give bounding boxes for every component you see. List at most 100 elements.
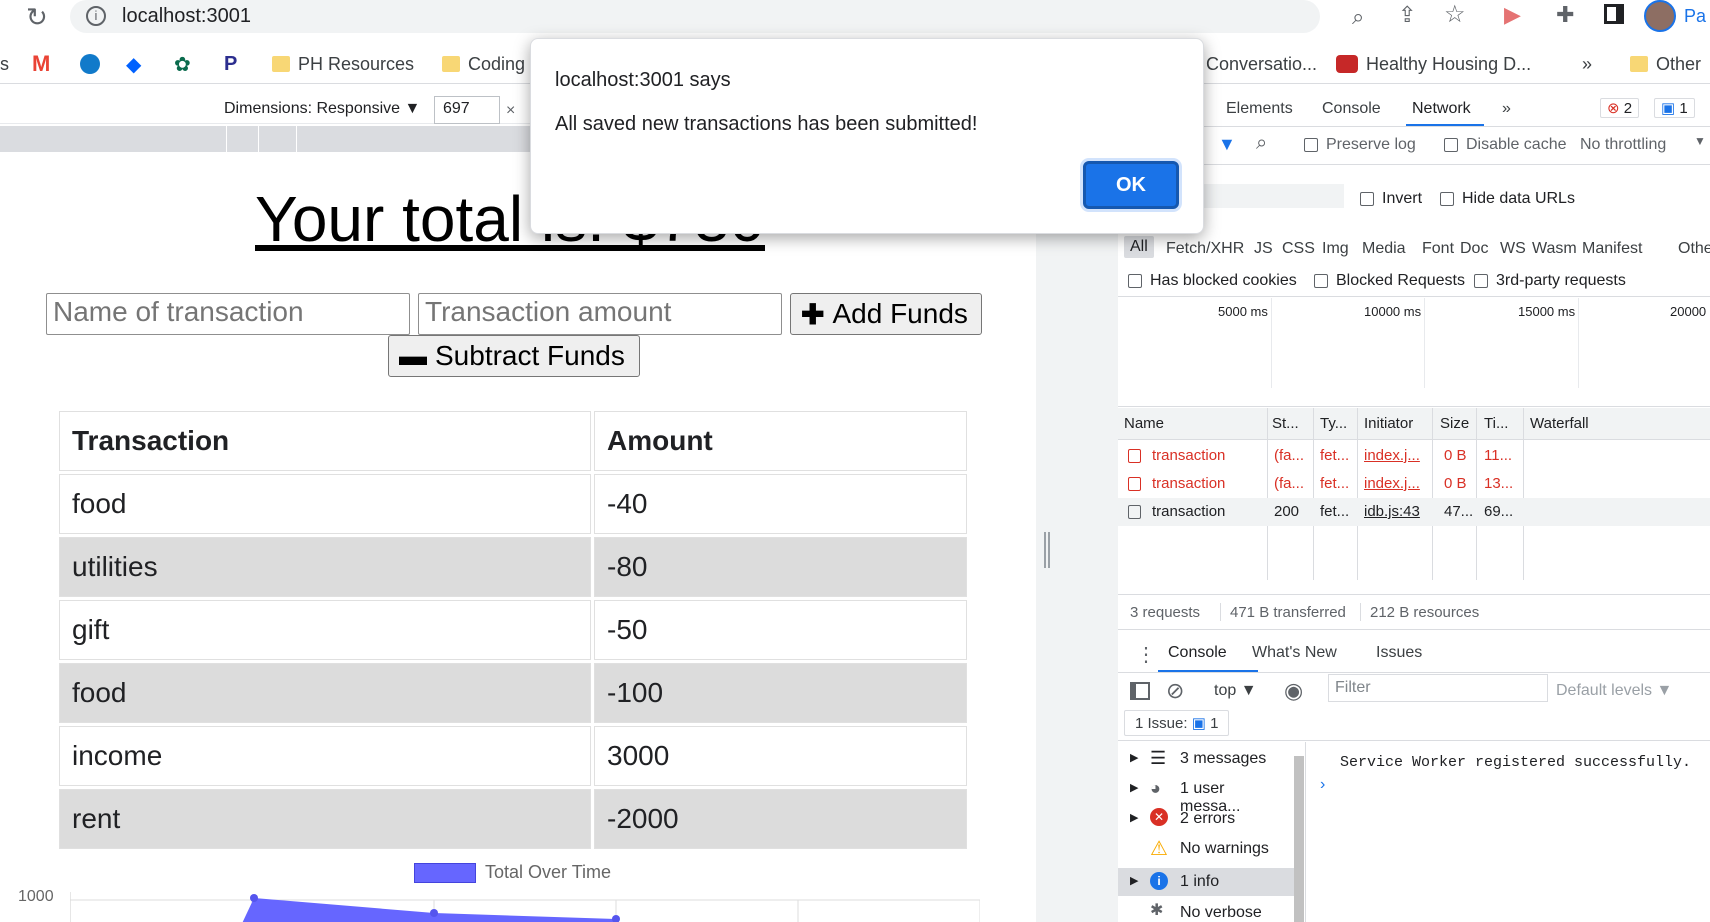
- drawer-menu-icon[interactable]: ⋮: [1136, 642, 1156, 667]
- sidebar-item-verbose[interactable]: ✱ No verbose: [1118, 898, 1288, 922]
- blocked-cookies-checkbox[interactable]: Has blocked cookies: [1128, 272, 1297, 290]
- transaction-amount-cell: -100: [594, 663, 967, 723]
- bookmarks-overflow-button[interactable]: »: [1582, 52, 1592, 76]
- bookmark-coding[interactable]: Coding: [442, 52, 525, 76]
- third-party-label: 3rd-party requests: [1496, 272, 1626, 289]
- chase-icon[interactable]: [80, 52, 100, 76]
- filter-icon[interactable]: ▼: [1218, 134, 1236, 155]
- filter-img[interactable]: Img: [1322, 240, 1349, 258]
- filter-other[interactable]: Othe: [1678, 240, 1710, 258]
- drawer-tab-whats-new[interactable]: What's New: [1252, 644, 1337, 662]
- address-bar[interactable]: i localhost:3001: [70, 0, 1320, 33]
- transaction-amount-input[interactable]: Transaction amount: [418, 293, 782, 335]
- invert-checkbox[interactable]: Invert: [1360, 190, 1422, 208]
- bookmark-healthy-housing[interactable]: Healthy Housing D...: [1336, 52, 1531, 76]
- request-row[interactable]: transaction (fa... fet... index.j... 0 B…: [1118, 442, 1710, 470]
- filter-font[interactable]: Font: [1422, 240, 1454, 258]
- sidebar-item-user-messages[interactable]: ▶ ◕ 1 user messa...: [1118, 778, 1288, 815]
- subtract-funds-label: Subtract Funds: [435, 340, 625, 371]
- bookmark-star-icon[interactable]: ☆: [1444, 0, 1466, 29]
- transaction-name-cell: income: [59, 726, 591, 786]
- filter-css[interactable]: CSS: [1282, 240, 1315, 258]
- console-prompt-icon[interactable]: ›: [1320, 776, 1325, 794]
- request-initiator[interactable]: idb.js:43: [1364, 503, 1420, 520]
- side-panel-icon[interactable]: [1604, 4, 1624, 24]
- ok-button[interactable]: OK: [1083, 161, 1179, 209]
- throttling-chevron-icon[interactable]: ▼: [1694, 134, 1706, 148]
- tab-console[interactable]: Console: [1322, 100, 1381, 118]
- sidebar-item-messages[interactable]: ▶ ☰ 3 messages: [1118, 748, 1288, 776]
- sidebar-item-warnings[interactable]: ⚠ No warnings: [1118, 838, 1288, 866]
- profile-name[interactable]: Pa: [1684, 6, 1706, 27]
- issues-chip[interactable]: 1 Issue: ▣ 1: [1124, 710, 1230, 736]
- column-status[interactable]: St...: [1272, 415, 1299, 432]
- filter-doc[interactable]: Doc: [1460, 240, 1488, 258]
- column-initiator[interactable]: Initiator: [1364, 415, 1413, 432]
- dropbox-icon[interactable]: ◆: [126, 52, 141, 76]
- search-icon[interactable]: ⌕: [1256, 132, 1267, 155]
- preserve-log-checkbox[interactable]: Preserve log: [1304, 136, 1416, 154]
- filter-fetch-xhr[interactable]: Fetch/XHR: [1166, 240, 1244, 258]
- third-party-checkbox[interactable]: 3rd-party requests: [1474, 272, 1626, 290]
- request-initiator[interactable]: index.j...: [1364, 475, 1420, 492]
- subtract-funds-button[interactable]: ▬ Subtract Funds: [388, 335, 640, 377]
- sidebar-scrollbar[interactable]: [1294, 756, 1304, 922]
- bookmark-other[interactable]: Other: [1630, 52, 1701, 76]
- request-row[interactable]: transaction (fa... fet... index.j... 0 B…: [1118, 470, 1710, 498]
- filter-ws[interactable]: WS: [1500, 240, 1526, 258]
- timeline-overview[interactable]: 5000 ms 10000 ms 15000 ms 20000: [1118, 298, 1710, 388]
- filter-wasm[interactable]: Wasm: [1532, 240, 1577, 258]
- console-filter-input[interactable]: Filter: [1328, 674, 1548, 702]
- request-row[interactable]: transaction 200 fet... idb.js:43 47... 6…: [1118, 498, 1710, 526]
- bookmark-ph-resources[interactable]: PH Resources: [272, 52, 414, 76]
- error-count-badge[interactable]: ⊗ 2: [1600, 98, 1640, 118]
- request-initiator[interactable]: index.j...: [1364, 447, 1420, 464]
- sidebar-item-errors[interactable]: ▶ ✕ 2 errors: [1118, 808, 1288, 836]
- context-selector[interactable]: top ▼: [1214, 682, 1257, 700]
- tab-elements[interactable]: Elements: [1226, 100, 1293, 118]
- chart-legend-swatch[interactable]: [414, 863, 476, 883]
- sidebar-toggle-icon[interactable]: [1130, 682, 1150, 700]
- site-info-icon[interactable]: i: [86, 6, 106, 26]
- live-expression-eye-icon[interactable]: ◉: [1284, 678, 1303, 704]
- share-icon[interactable]: ⇪: [1398, 2, 1416, 28]
- transaction-name-input[interactable]: Name of transaction: [46, 293, 410, 335]
- add-funds-button[interactable]: ✚ Add Funds: [790, 293, 982, 335]
- column-waterfall[interactable]: Waterfall: [1530, 415, 1589, 432]
- extension-record-icon[interactable]: ▶: [1504, 2, 1521, 28]
- issue-count-badge[interactable]: ▣ 1: [1654, 98, 1695, 118]
- sidebar-item-info[interactable]: ▶ i 1 info: [1118, 868, 1296, 896]
- column-size[interactable]: Size: [1440, 415, 1469, 432]
- bookmark-conversatio[interactable]: Conversatio...: [1206, 52, 1317, 76]
- zoom-icon[interactable]: ⌕: [1352, 4, 1364, 30]
- more-tabs-button[interactable]: »: [1502, 100, 1511, 118]
- reload-icon[interactable]: ↻: [26, 2, 48, 33]
- log-levels-dropdown[interactable]: Default levels ▼: [1556, 682, 1672, 700]
- tab-network[interactable]: Network: [1412, 100, 1471, 118]
- bookmark-partial[interactable]: s: [0, 52, 9, 76]
- dimensions-dropdown[interactable]: Dimensions: Responsive ▼: [224, 100, 420, 118]
- hide-data-urls-checkbox[interactable]: Hide data URLs: [1440, 190, 1575, 208]
- width-input[interactable]: 697: [434, 96, 500, 124]
- resize-handle[interactable]: [1044, 532, 1050, 568]
- blocked-requests-checkbox[interactable]: Blocked Requests: [1314, 272, 1465, 290]
- drawer-tab-console[interactable]: Console: [1168, 644, 1227, 662]
- bookmark-logo-icon[interactable]: ✿: [174, 52, 191, 76]
- column-name[interactable]: Name: [1124, 415, 1164, 432]
- disable-cache-checkbox[interactable]: Disable cache: [1444, 136, 1567, 154]
- sidebar-item-label: 1 info: [1180, 873, 1220, 890]
- drawer-tab-issues[interactable]: Issues: [1376, 644, 1422, 662]
- column-time[interactable]: Ti...: [1484, 415, 1508, 432]
- column-type[interactable]: Ty...: [1320, 415, 1347, 432]
- throttling-dropdown[interactable]: No throttling: [1580, 136, 1666, 154]
- filter-js[interactable]: JS: [1254, 240, 1273, 258]
- avatar[interactable]: [1644, 0, 1676, 32]
- clear-console-icon[interactable]: ⊘: [1166, 678, 1184, 704]
- filter-media[interactable]: Media: [1362, 240, 1406, 258]
- paypal-icon[interactable]: P: [224, 52, 237, 76]
- extensions-icon[interactable]: ✚: [1556, 2, 1574, 28]
- filter-all-button[interactable]: All: [1124, 236, 1154, 258]
- filter-manifest[interactable]: Manifest: [1582, 240, 1642, 258]
- gmail-icon[interactable]: M: [32, 51, 50, 76]
- chart-legend-label[interactable]: Total Over Time: [485, 862, 611, 883]
